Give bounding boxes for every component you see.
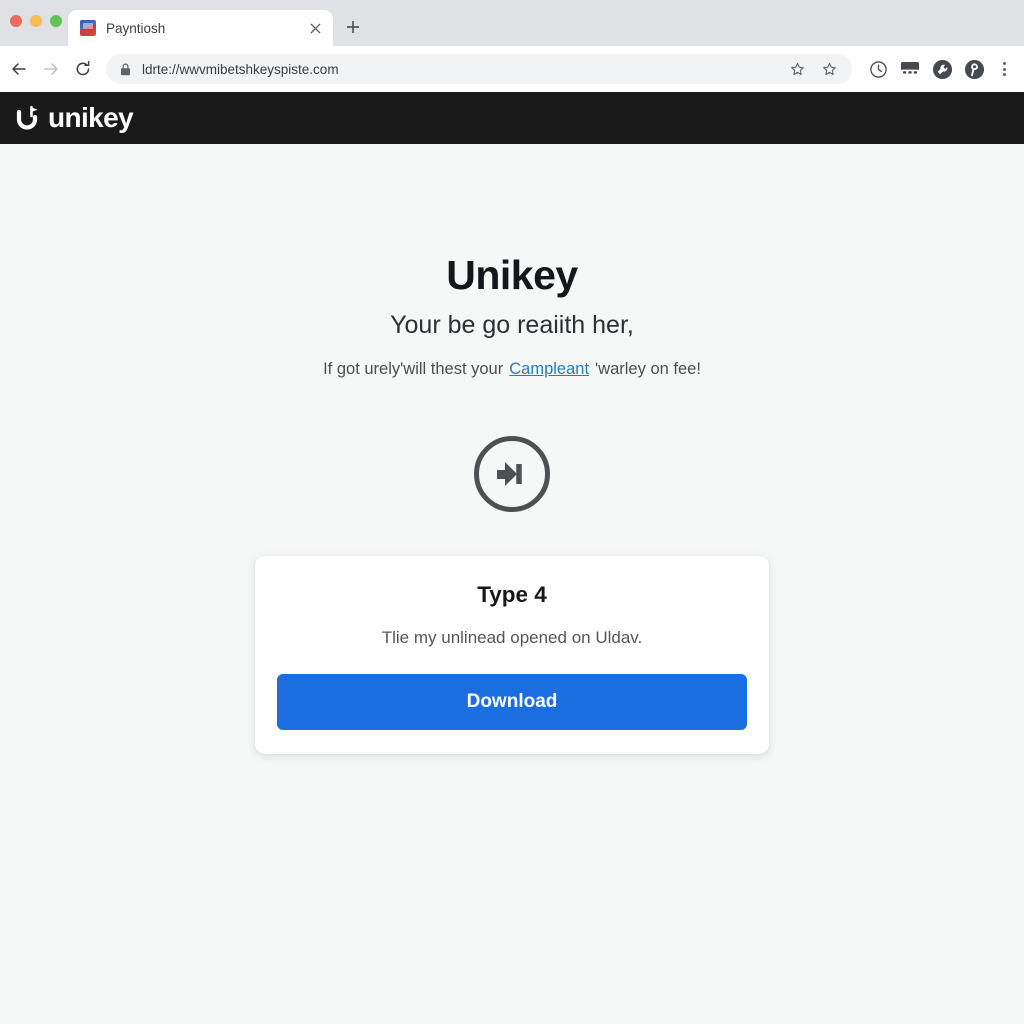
download-card: Type 4 Tlie my unlinead opened on Uldav.… xyxy=(255,556,769,754)
browser-window: Payntiosh ldrte://wwvmibetshkeyspiste.co… xyxy=(0,0,1024,1024)
browser-toolbar: ldrte://wwvmibetshkeyspiste.com xyxy=(0,46,1024,92)
close-window-button[interactable] xyxy=(10,15,22,27)
bookmark-star-icon[interactable] xyxy=(818,58,840,80)
tab-strip: Payntiosh xyxy=(0,0,1024,46)
page-note-link[interactable]: Campleant xyxy=(509,360,589,379)
page-subtitle: Your be go reaiith her, xyxy=(390,311,634,339)
site-header: unikey xyxy=(0,92,1024,144)
page-title: Unikey xyxy=(446,252,578,298)
reload-button-icon[interactable] xyxy=(68,54,98,84)
site-favicon-icon xyxy=(80,20,96,36)
download-button[interactable]: Download xyxy=(277,674,747,730)
browser-menu-button[interactable] xyxy=(994,62,1014,76)
extensions-panel-icon[interactable] xyxy=(896,55,924,83)
tab-title: Payntiosh xyxy=(106,20,166,36)
page-note: If got urely'will thest your Campleant '… xyxy=(323,360,701,379)
card-title: Type 4 xyxy=(477,582,547,607)
window-controls xyxy=(10,15,62,27)
page-content: Unikey Your be go reaiith her, If got ur… xyxy=(0,144,1024,1024)
browser-tab[interactable]: Payntiosh xyxy=(68,10,333,46)
back-button-icon[interactable] xyxy=(4,54,34,84)
lock-icon xyxy=(120,62,132,76)
circle-arrow-icon xyxy=(474,436,550,512)
new-tab-button[interactable] xyxy=(340,14,366,40)
tools-wrench-icon[interactable] xyxy=(928,55,956,83)
site-logo-text: unikey xyxy=(48,102,134,133)
url-text: ldrte://wwvmibetshkeyspiste.com xyxy=(142,61,339,77)
page-note-before: If got urely'will thest your xyxy=(323,360,504,378)
page-note-after: 'warley on fee! xyxy=(595,360,701,378)
unikey-u-logo-icon xyxy=(14,104,40,132)
forward-button-icon[interactable] xyxy=(36,54,66,84)
maximize-window-button[interactable] xyxy=(50,15,62,27)
bookmark-star-outline-icon[interactable] xyxy=(786,58,808,80)
close-tab-icon[interactable] xyxy=(305,18,325,38)
minimize-window-button[interactable] xyxy=(30,15,42,27)
history-clock-icon[interactable] xyxy=(864,55,892,83)
address-bar[interactable]: ldrte://wwvmibetshkeyspiste.com xyxy=(106,54,852,84)
profile-avatar-icon[interactable] xyxy=(960,55,988,83)
card-subtitle: Tlie my unlinead opened on Uldav. xyxy=(381,628,643,647)
